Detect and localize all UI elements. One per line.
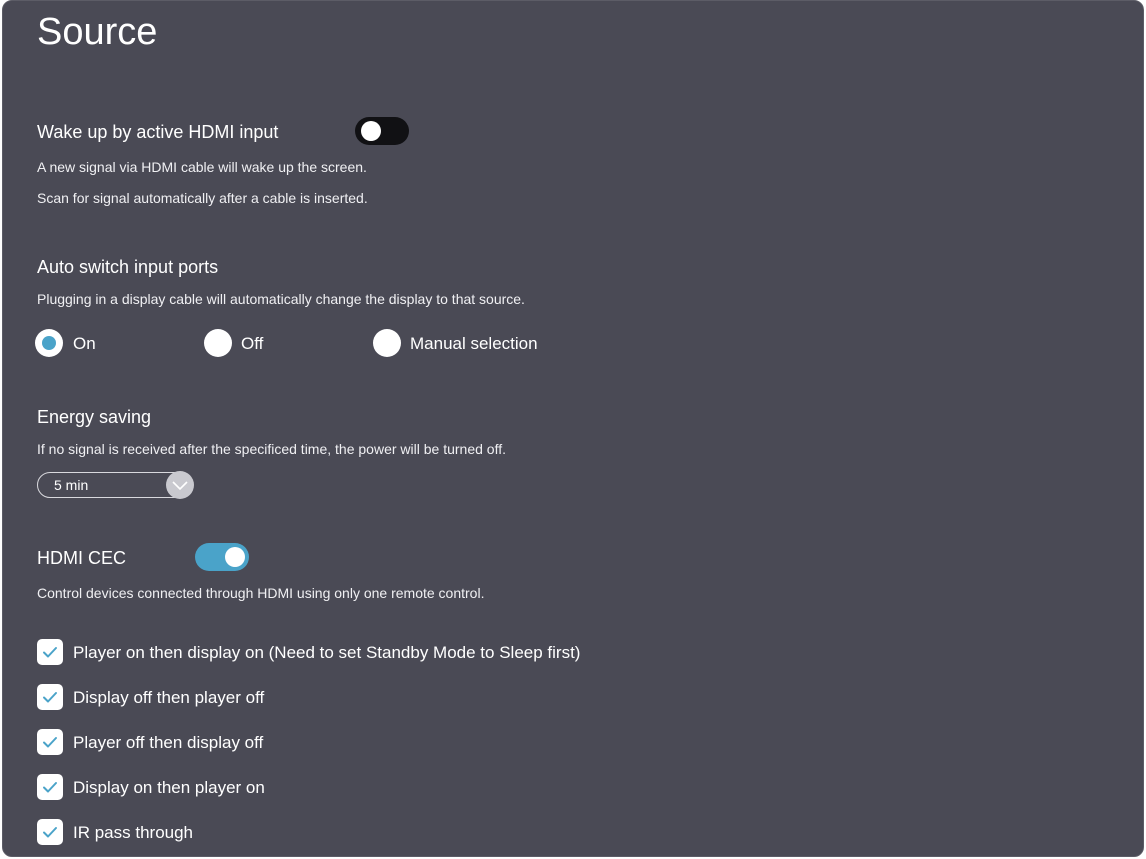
checkbox-label[interactable]: Display on then player on xyxy=(73,777,265,799)
page-title: Source xyxy=(37,11,158,53)
radio-on-label[interactable]: On xyxy=(73,333,96,355)
auto-switch-description: Plugging in a display cable will automat… xyxy=(37,291,525,307)
energy-saving-description: If no signal is received after the speci… xyxy=(37,441,506,457)
checkmark-icon xyxy=(43,782,57,793)
checkbox-display-on-player-on[interactable] xyxy=(37,774,63,800)
checkbox-player-off-display-off[interactable] xyxy=(37,729,63,755)
energy-saving-dropdown[interactable]: 5 min xyxy=(37,471,194,499)
checkbox-display-off-player-off[interactable] xyxy=(37,684,63,710)
radio-manual-selection-label[interactable]: Manual selection xyxy=(410,333,538,355)
wake-hdmi-description: A new signal via HDMI cable will wake up… xyxy=(37,159,367,175)
auto-switch-label: Auto switch input ports xyxy=(37,257,219,277)
toggle-knob xyxy=(225,547,245,567)
dropdown-value: 5 min xyxy=(54,477,89,493)
radio-off[interactable] xyxy=(204,329,232,357)
hdmi-cec-description: Control devices connected through HDMI u… xyxy=(37,585,485,601)
radio-selected-dot xyxy=(42,336,56,350)
hdmi-cec-label: HDMI CEC xyxy=(37,548,126,568)
checkbox-label[interactable]: Player off then display off xyxy=(73,732,263,754)
checkmark-icon xyxy=(43,647,57,658)
chevron-down-icon[interactable] xyxy=(166,471,194,499)
checkbox-label[interactable]: Player on then display on (Need to set S… xyxy=(73,642,580,664)
radio-on[interactable] xyxy=(35,329,63,357)
wake-hdmi-description-2: Scan for signal automatically after a ca… xyxy=(37,190,368,206)
checkbox-player-on-display-on[interactable] xyxy=(37,639,63,665)
radio-manual-selection[interactable] xyxy=(373,329,401,357)
checkmark-icon xyxy=(43,827,57,838)
radio-off-label[interactable]: Off xyxy=(241,333,263,355)
wake-hdmi-label: Wake up by active HDMI input xyxy=(37,122,279,142)
checkmark-icon xyxy=(43,692,57,703)
checkbox-label[interactable]: Display off then player off xyxy=(73,687,264,709)
source-settings-panel: Source Wake up by active HDMI input A ne… xyxy=(2,0,1144,857)
energy-saving-label: Energy saving xyxy=(37,407,152,427)
hdmi-cec-toggle[interactable] xyxy=(195,543,249,571)
checkbox-ir-pass-through[interactable] xyxy=(37,819,63,845)
wake-hdmi-toggle[interactable] xyxy=(355,117,409,145)
toggle-knob xyxy=(361,121,381,141)
checkbox-label[interactable]: IR pass through xyxy=(73,822,193,844)
checkmark-icon xyxy=(43,737,57,748)
